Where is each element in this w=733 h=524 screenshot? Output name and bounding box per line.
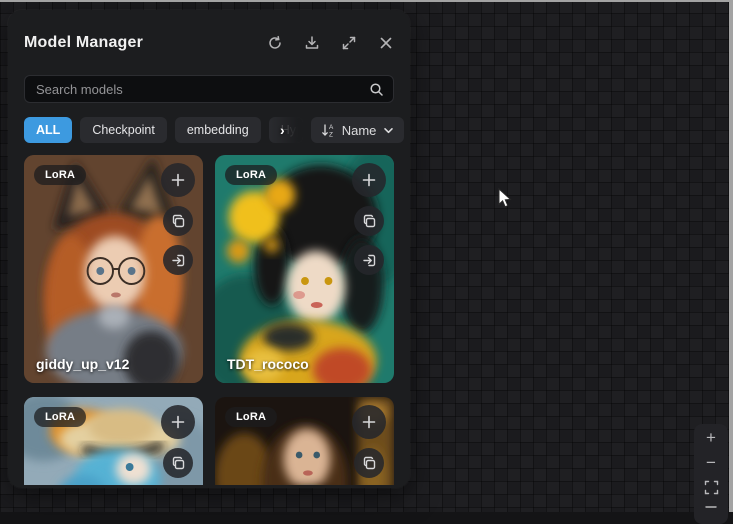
- model-card[interactable]: LoRA: [24, 397, 203, 485]
- model-type-badge: LoRA: [34, 165, 86, 185]
- sort-alpha-icon: A Z: [321, 123, 335, 138]
- plus-icon[interactable]: [161, 405, 195, 439]
- header-actions: [267, 35, 394, 51]
- svg-text:A: A: [329, 124, 334, 131]
- download-icon[interactable]: [304, 35, 320, 51]
- card-actions: [352, 405, 386, 478]
- expand-icon[interactable]: [341, 35, 357, 51]
- viewport-toolbar: + −: [694, 424, 728, 524]
- chevron-down-icon: [383, 125, 394, 136]
- sort-dropdown[interactable]: A Z Name: [311, 117, 405, 143]
- filter-chip-embedding[interactable]: embedding: [175, 117, 261, 144]
- copy-icon[interactable]: [354, 206, 384, 236]
- model-card[interactable]: LoRA giddy_up_v12: [24, 155, 203, 383]
- plus-icon[interactable]: [352, 405, 386, 439]
- model-manager-panel: Model Manager: [8, 10, 410, 488]
- window-frame-right: [729, 0, 733, 512]
- card-actions: [352, 163, 386, 275]
- search-box: [24, 75, 394, 103]
- copy-icon[interactable]: [163, 206, 193, 236]
- sort-label: Name: [342, 123, 377, 138]
- search-icon[interactable]: [369, 82, 384, 97]
- zoom-out-button[interactable]: −: [698, 451, 724, 476]
- chevron-right-icon[interactable]: ›: [280, 123, 285, 137]
- model-type-badge: LoRA: [225, 165, 277, 185]
- model-type-badge: LoRA: [34, 407, 86, 427]
- model-type-badge: LoRA: [225, 407, 277, 427]
- filter-chip-hypernetwork[interactable]: Hype ›: [269, 117, 303, 144]
- model-name: giddy_up_v12: [36, 356, 129, 372]
- model-cards-grid: LoRA giddy_up_v12: [24, 155, 394, 485]
- fit-view-icon[interactable]: [698, 475, 724, 500]
- page-title: Model Manager: [24, 34, 143, 52]
- window-frame-top: [0, 0, 733, 2]
- plus-icon[interactable]: [352, 163, 386, 197]
- import-icon[interactable]: [354, 245, 384, 275]
- filter-chip-all[interactable]: ALL: [24, 117, 72, 144]
- copy-icon[interactable]: [163, 448, 193, 478]
- svg-text:Z: Z: [329, 131, 333, 137]
- import-icon[interactable]: [163, 245, 193, 275]
- zoom-in-button[interactable]: +: [698, 426, 724, 451]
- copy-icon[interactable]: [354, 448, 384, 478]
- refresh-icon[interactable]: [267, 35, 283, 51]
- panel-header: Model Manager: [24, 30, 394, 56]
- card-actions: [161, 163, 195, 275]
- plus-icon[interactable]: [161, 163, 195, 197]
- model-name: TDT_rococo: [227, 356, 309, 372]
- model-card[interactable]: LoRA: [215, 397, 394, 485]
- close-icon[interactable]: [378, 35, 394, 51]
- filter-row: ALL Checkpoint embedding Hype › A Z Name: [24, 117, 394, 143]
- filter-chip-checkpoint[interactable]: Checkpoint: [80, 117, 167, 144]
- search-input[interactable]: [34, 81, 361, 98]
- model-card[interactable]: LoRA TDT_rococo: [215, 155, 394, 383]
- card-actions: [161, 405, 195, 478]
